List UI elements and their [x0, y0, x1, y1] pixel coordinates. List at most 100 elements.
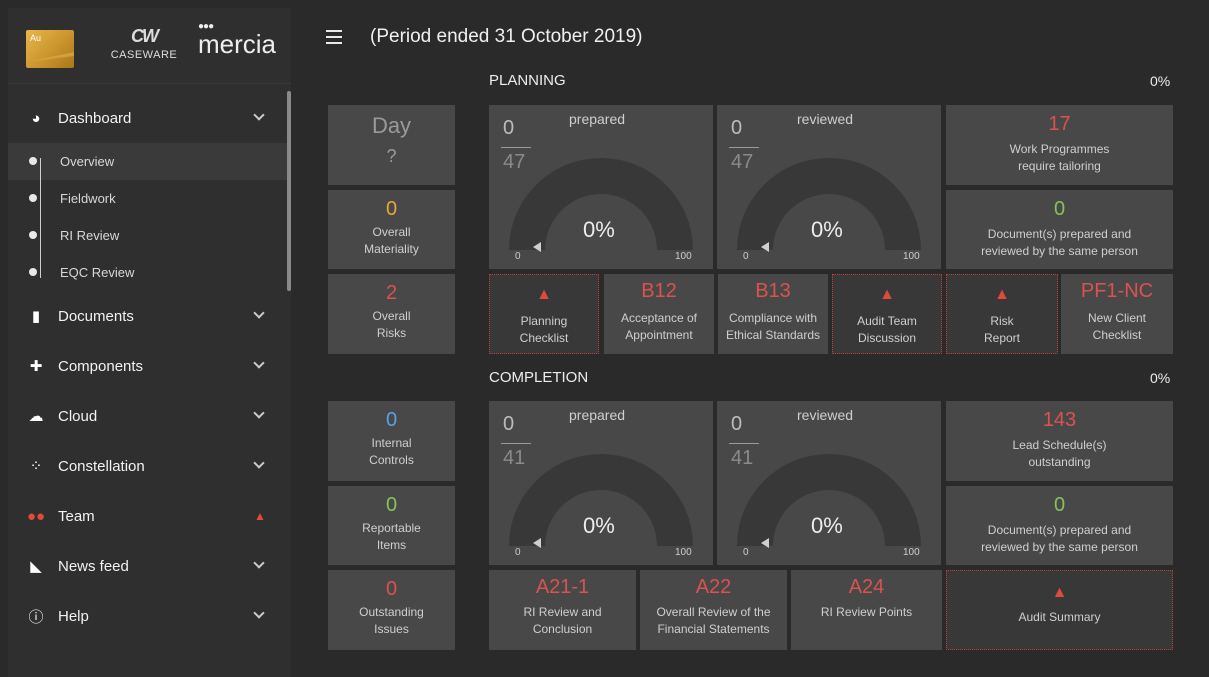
tile-label-2: Appointment	[625, 328, 693, 342]
work-programmes-tile[interactable]: 17 Work Programmes require tailoring	[946, 105, 1173, 185]
materiality-tile[interactable]: 0 Overall Materiality	[328, 190, 455, 269]
internal-controls-tile[interactable]: 0 Internal Controls	[328, 401, 455, 481]
outstanding-issues-tile[interactable]: 0 Outstanding Issues	[328, 570, 455, 650]
b12-tile[interactable]: B12 Acceptance of Appointment	[604, 274, 714, 354]
tile-label-2: Financial Statements	[657, 622, 770, 636]
completion-reviewed-gauge[interactable]: 0 41 reviewed 0% 0 100	[717, 401, 941, 565]
rss-icon: ◣	[30, 558, 42, 575]
a22-tile[interactable]: A22 Overall Review of the Financial Stat…	[640, 570, 787, 650]
sidebar-item-label: Cloud	[58, 407, 98, 425]
planning-checklist-tile[interactable]: ▲ Planning Checklist	[489, 274, 599, 354]
warning-icon: ▲	[536, 286, 552, 303]
sidebar-item-components[interactable]: ✚ Components	[8, 341, 291, 391]
a24-tile[interactable]: A24 RI Review Points	[791, 570, 942, 650]
materiality-label-2: Materiality	[364, 242, 419, 256]
chevron-down-icon	[253, 357, 265, 369]
sidebar-item-label: Help	[58, 607, 89, 625]
au-logo-text: Au	[30, 33, 42, 43]
warning-icon: ▲	[879, 286, 895, 303]
cloud-icon: ☁	[28, 408, 44, 425]
lead-schedules-label-2: outstanding	[1028, 455, 1091, 469]
audit-team-discussion-tile[interactable]: ▲ Audit Team Discussion	[832, 274, 942, 354]
tile-label-1: Planning	[520, 314, 568, 328]
team-icon: ●●	[26, 507, 46, 525]
hamburger-menu-icon[interactable]	[326, 30, 342, 44]
risks-tile[interactable]: 2 Overall Risks	[328, 274, 455, 354]
sidebar-subitem-label: Fieldwork	[60, 191, 116, 206]
chevron-down-icon	[253, 457, 265, 469]
risk-report-tile[interactable]: ▲ Risk Report	[946, 274, 1058, 354]
day-tile[interactable]: Day ?	[328, 105, 455, 185]
b13-tile[interactable]: B13 Compliance with Ethical Standards	[718, 274, 828, 354]
gauge-max: 100	[903, 251, 920, 262]
outstanding-issues-label-2: Issues	[374, 622, 409, 636]
gauge-min: 0	[515, 547, 521, 558]
sidebar-subitem-overview[interactable]: Overview	[8, 143, 291, 180]
a21-1-tile[interactable]: A21-1 RI Review and Conclusion	[489, 570, 636, 650]
info-icon: ⓘ	[28, 608, 44, 626]
gauge-arc	[737, 158, 921, 252]
tile-label-1: RI Review and	[523, 605, 602, 619]
sidebar-item-help[interactable]: ⓘ Help	[8, 591, 291, 641]
pf1-nc-tile[interactable]: PF1-NC New Client Checklist	[1061, 274, 1173, 354]
prepared-percent: 0%	[583, 513, 615, 538]
sidebar-item-constellation[interactable]: ⁘ Constellation	[8, 441, 291, 491]
sidebar-item-label: Dashboard	[58, 109, 132, 127]
sidebar-item-news-feed[interactable]: ◣ News feed	[8, 541, 291, 591]
tile-label-1: Overall Review of the	[656, 605, 771, 619]
chevron-down-icon	[253, 109, 265, 121]
planning-title: PLANNING	[489, 72, 566, 89]
tile-label-1: Acceptance of	[620, 311, 698, 325]
sidebar-subitem-label: EQC Review	[60, 265, 135, 280]
tile-label-1: Risk	[990, 314, 1014, 328]
same-person-value: 0	[1053, 198, 1066, 220]
audit-summary-tile[interactable]: ▲ Audit Summary	[946, 570, 1173, 650]
sidebar-item-dashboard[interactable]: ◕ Dashboard	[8, 93, 291, 143]
completion-same-person-tile[interactable]: 0 Document(s) prepared and reviewed by t…	[946, 486, 1173, 565]
prepared-total: 47	[503, 151, 526, 173]
sidebar: Au CW CASEWARE ●●● mercia ◕ Dashboard Ov…	[8, 8, 291, 677]
subtree-line	[40, 158, 41, 278]
internal-controls-value: 0	[385, 409, 398, 431]
reviewed-percent: 0%	[811, 513, 843, 538]
completion-prepared-gauge[interactable]: 0 41 prepared 0% 0 100	[489, 401, 713, 565]
planning-prepared-gauge[interactable]: 0 47 prepared 0% 0 100	[489, 105, 713, 269]
lead-schedules-value: 143	[1042, 409, 1077, 431]
same-person-label-2: reviewed by the same person	[981, 540, 1138, 554]
sidebar-subitem-eqc-review[interactable]: EQC Review	[8, 254, 291, 291]
sidebar-subitem-ri-review[interactable]: RI Review	[8, 217, 291, 254]
reportable-items-tile[interactable]: 0 Reportable Items	[328, 486, 455, 565]
reportable-items-label-1: Reportable	[362, 521, 421, 535]
puzzle-icon: ✚	[29, 358, 43, 375]
prepared-count: 0	[503, 117, 515, 139]
planning-reviewed-gauge[interactable]: 0 47 reviewed 0% 0 100	[717, 105, 941, 269]
materiality-label-1: Overall	[372, 225, 411, 239]
gauge-arc	[737, 454, 921, 548]
caseware-logo-text: CASEWARE	[110, 49, 178, 61]
completion-title: COMPLETION	[489, 369, 589, 386]
reviewed-label: reviewed	[797, 111, 854, 127]
brand-bar: Au CW CASEWARE ●●● mercia	[8, 8, 291, 84]
tile-label-1: RI Review Points	[820, 605, 913, 619]
page-title: (Period ended 31 October 2019)	[370, 26, 643, 47]
sidebar-item-team[interactable]: ●● Team ▲	[8, 491, 291, 541]
tile-code: B12	[641, 280, 677, 302]
gauge-min: 0	[743, 547, 749, 558]
chevron-down-icon	[253, 607, 265, 619]
lead-schedules-tile[interactable]: 143 Lead Schedule(s) outstanding	[946, 401, 1173, 481]
reviewed-count: 0	[731, 117, 743, 139]
work-programmes-value: 17	[1048, 113, 1071, 135]
sidebar-subitem-fieldwork[interactable]: Fieldwork	[8, 180, 291, 217]
sidebar-scrollbar[interactable]	[287, 91, 291, 291]
materiality-value: 0	[385, 198, 398, 220]
gauge-min: 0	[515, 251, 521, 262]
internal-controls-label-2: Controls	[369, 453, 414, 467]
sidebar-item-cloud[interactable]: ☁ Cloud	[8, 391, 291, 441]
sidebar-item-documents[interactable]: ▮ Documents	[8, 291, 291, 341]
prepared-label: prepared	[569, 407, 626, 423]
sidebar-subitem-label: Overview	[60, 154, 115, 169]
work-programmes-label-1: Work Programmes	[1009, 142, 1110, 156]
same-person-tile[interactable]: 0 Document(s) prepared and reviewed by t…	[946, 190, 1173, 269]
sidebar-item-label: Components	[58, 357, 144, 375]
gauge-arc	[509, 158, 693, 252]
